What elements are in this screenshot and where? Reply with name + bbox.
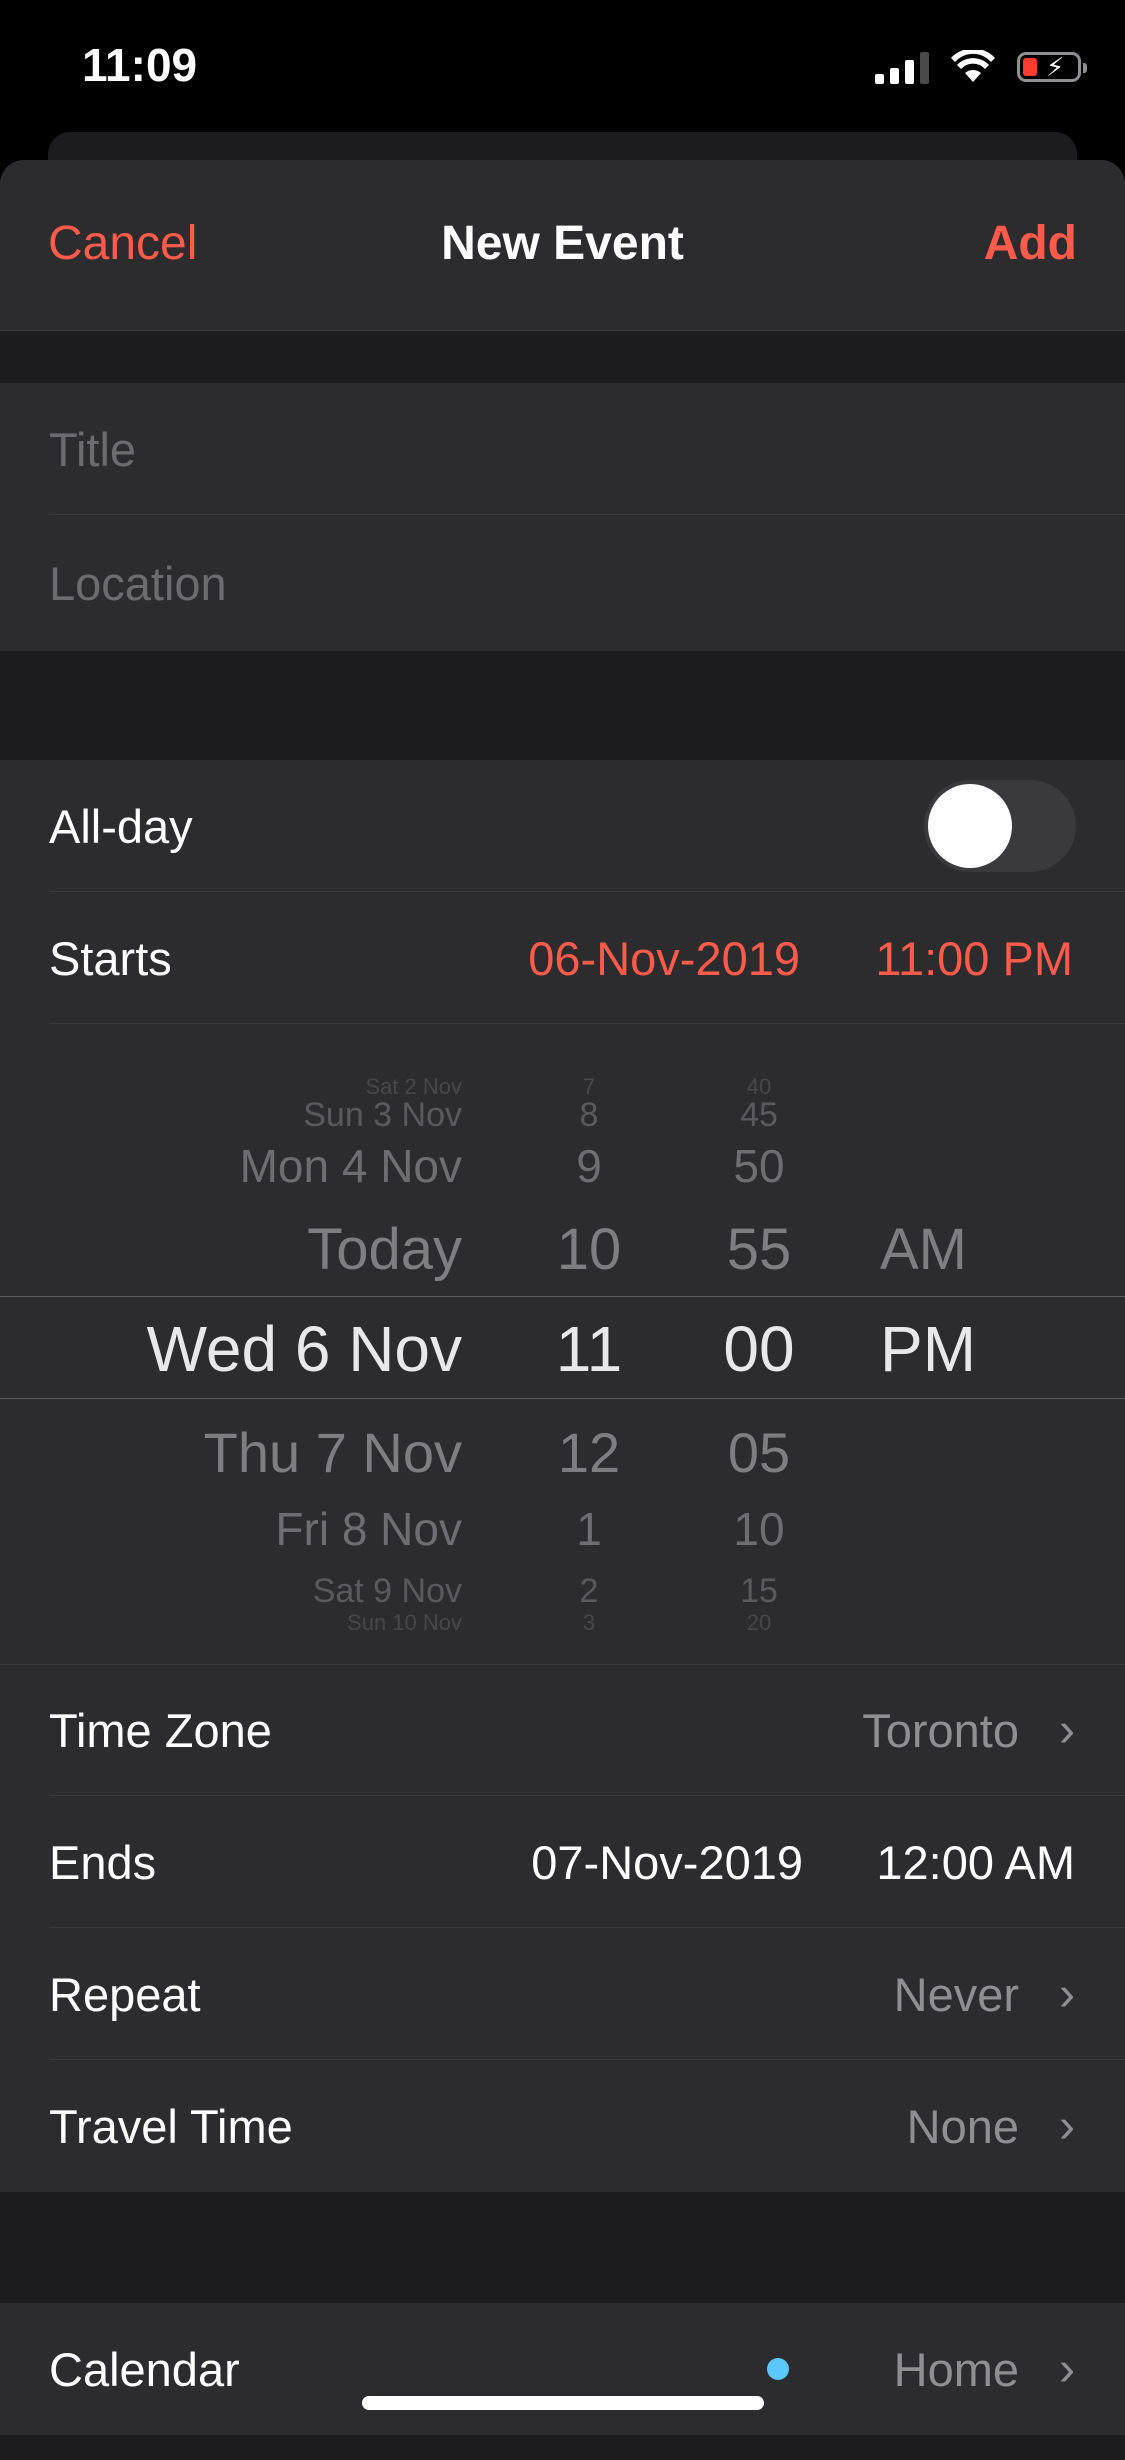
home-indicator[interactable]	[362, 2396, 764, 2410]
travel-time-row[interactable]: Travel Time None ›	[0, 2060, 1125, 2192]
chevron-right-icon: ›	[1059, 1967, 1075, 2021]
travel-time-label: Travel Time	[49, 2099, 293, 2153]
picker-am-item: AM	[880, 1217, 967, 1282]
time-zone-label: Time Zone	[49, 1704, 272, 1757]
location-field[interactable]: Location	[0, 515, 1125, 651]
starts-label: Starts	[49, 931, 172, 985]
starts-date[interactable]: 06-Nov-2019	[528, 931, 800, 986]
calendar-value: Home	[893, 2342, 1019, 2396]
picker-minute-item: 50	[733, 1140, 785, 1192]
starts-time[interactable]: 11:00 PM	[875, 931, 1073, 986]
nav-bar: Cancel New Event Add	[0, 160, 1125, 331]
wifi-icon	[951, 50, 995, 82]
battery-icon: ⚡	[1017, 52, 1087, 82]
picker-date-item: Sun 10 Nov	[347, 1610, 462, 1635]
status-bar: 11:09 ⚡	[0, 0, 1125, 135]
time-zone-value: Toronto	[862, 1704, 1019, 1757]
picker-date-item: Today	[307, 1217, 462, 1282]
repeat-value: Never	[893, 1967, 1019, 2021]
picker-hour-column[interactable]: 7 8 9 10 11 12 1 2 3	[530, 1024, 648, 1664]
title-location-group: Title Location	[0, 383, 1125, 651]
calendar-color-dot	[767, 2358, 789, 2380]
ends-row[interactable]: Ends 07-Nov-2019 12:00 AM	[0, 1796, 1125, 1928]
picker-date-column[interactable]: Sat 2 Nov Sun 3 Nov Mon 4 Nov Today Wed …	[0, 1024, 462, 1664]
chevron-right-icon: ›	[1059, 1704, 1075, 1757]
calendar-label: Calendar	[49, 2342, 240, 2396]
picker-minute-column[interactable]: 40 45 50 55 00 05 10 15 20	[700, 1024, 818, 1664]
location-placeholder: Location	[49, 556, 227, 610]
picker-minute-item: 45	[740, 1096, 778, 1134]
starts-row[interactable]: Starts 06-Nov-2019 11:00 PM	[0, 892, 1125, 1024]
picker-hour-item: 3	[582, 1610, 596, 1635]
all-day-label: All-day	[49, 799, 193, 853]
add-button[interactable]: Add	[984, 216, 1077, 271]
picker-hour-item: 1	[576, 1503, 602, 1555]
repeat-label: Repeat	[49, 1967, 201, 2021]
time-zone-row[interactable]: Time Zone Toronto ›	[0, 1664, 1125, 1796]
status-icons: ⚡	[875, 50, 1087, 84]
picker-ampm-column[interactable]: AM PM	[880, 1024, 1020, 1664]
chevron-right-icon: ›	[1059, 2099, 1075, 2153]
all-day-row: All-day	[0, 760, 1125, 892]
calendar-group: Calendar Home ›	[0, 2303, 1125, 2435]
picker-hour-item: 8	[579, 1096, 599, 1134]
travel-time-value: None	[906, 2099, 1019, 2153]
picker-hour-item: 2	[579, 1572, 599, 1610]
picker-pm-selected: PM	[880, 1313, 976, 1385]
picker-minute-item: 55	[726, 1217, 792, 1282]
title-placeholder: Title	[49, 422, 137, 476]
picker-date-item: Mon 4 Nov	[239, 1140, 462, 1192]
ends-date[interactable]: 07-Nov-2019	[531, 1835, 803, 1890]
ends-label: Ends	[49, 1835, 157, 1889]
picker-minute-item: 20	[746, 1610, 772, 1635]
picker-minute-item: 05	[727, 1421, 791, 1484]
new-event-sheet: Cancel New Event Add Title Location All-…	[0, 160, 1125, 2460]
picker-date-item: Sun 3 Nov	[303, 1096, 462, 1134]
datetime-group: All-day Starts 06-Nov-2019 11:00 PM Sat …	[0, 760, 1125, 2192]
page-title: New Event	[441, 217, 684, 270]
cellular-signal-icon	[875, 50, 929, 84]
date-time-picker[interactable]: Sat 2 Nov Sun 3 Nov Mon 4 Nov Today Wed …	[0, 1024, 1125, 1664]
picker-hour-item: 10	[556, 1217, 622, 1282]
repeat-row[interactable]: Repeat Never ›	[0, 1928, 1125, 2060]
picker-date-item: Sat 9 Nov	[312, 1572, 462, 1610]
ends-time[interactable]: 12:00 AM	[876, 1835, 1075, 1890]
title-field[interactable]: Title	[0, 383, 1125, 515]
picker-date-item: Thu 7 Nov	[203, 1421, 462, 1484]
picker-minute-item: 15	[740, 1572, 778, 1610]
chevron-right-icon: ›	[1059, 2342, 1075, 2396]
picker-hour-item: 9	[576, 1140, 602, 1192]
picker-date-item: Fri 8 Nov	[275, 1503, 462, 1555]
picker-minute-item: 10	[733, 1503, 785, 1555]
calendar-row[interactable]: Calendar Home ›	[0, 2303, 1125, 2435]
picker-minute-selected: 00	[723, 1313, 795, 1385]
all-day-toggle[interactable]	[924, 780, 1076, 872]
picker-hour-selected: 11	[555, 1313, 623, 1385]
status-time: 11:09	[82, 39, 198, 91]
picker-hour-item: 12	[557, 1421, 621, 1484]
picker-date-selected: Wed 6 Nov	[146, 1313, 462, 1385]
